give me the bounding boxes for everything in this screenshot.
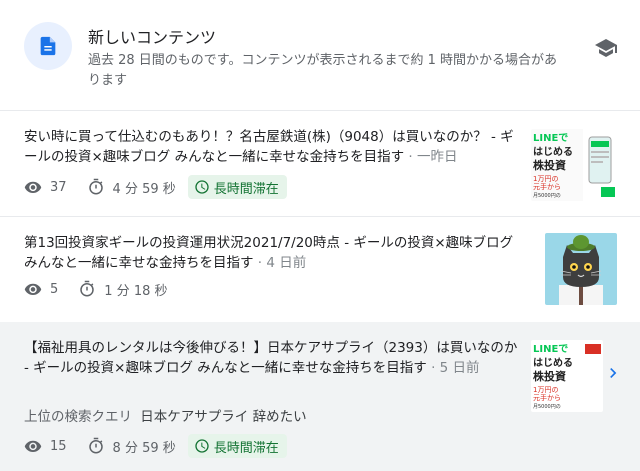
views-count: 5 <box>50 281 59 297</box>
stopwatch-icon <box>88 178 103 195</box>
content-stats: 15 8 分 59 秒 長時間滞在 <box>24 434 287 458</box>
thumb-text-line: 元手から <box>533 393 561 402</box>
top-search-query: 上位の検索クエリ 日本ケアサプライ 辞めたい <box>24 405 307 425</box>
thumb-text-line: 1万円の <box>533 386 558 394</box>
thumb-text-line: はじめる <box>533 357 573 369</box>
header-description: 過去 28 日間のものです。コンテンツが表示されるまで約 1 時間かかる場合があ… <box>88 53 558 88</box>
content-thumbnail: LINEで はじめる 株投資 1万円の 元手から 月5000円の <box>531 129 617 201</box>
clock-icon <box>195 180 209 194</box>
content-thumbnail: LINEで はじめる 株投資 1万円の 元手から 月5000円の <box>531 340 603 412</box>
clock-icon <box>195 439 209 453</box>
thumb-text-line: 1万円の <box>533 175 558 183</box>
eye-icon <box>24 283 42 295</box>
duration-value: 4 分 59 秒 <box>112 181 176 197</box>
content-title[interactable]: 安い時に買って仕込むのもあり！？名古屋鉄道(株)（9048）は買いなのか？ - … <box>24 127 524 167</box>
content-row[interactable]: 第13回投資家ギールの投資運用状況2021/7/20時点 - ギールの投資×趣味… <box>0 217 640 321</box>
new-content-header: 新しいコンテンツ 過去 28 日間のものです。コンテンツが表示されるまで約 1 … <box>0 0 640 110</box>
stopwatch-icon <box>80 280 95 297</box>
long-stay-badge: 長時間滞在 <box>187 175 287 199</box>
query-value: 日本ケアサプライ 辞めたい <box>140 409 307 425</box>
duration-value: 8 分 59 秒 <box>112 440 176 456</box>
thumb-text-line: 元手から <box>533 182 561 191</box>
thumb-text-line: はじめる <box>533 146 573 158</box>
thumb-text-line: 月5000円の <box>533 193 561 199</box>
content-thumbnail <box>545 233 617 305</box>
document-icon <box>40 36 56 56</box>
chevron-right-icon[interactable] <box>603 363 623 383</box>
eye-icon <box>24 181 42 193</box>
long-stay-badge: 長時間滞在 <box>187 434 287 458</box>
views-count: 15 <box>50 438 67 454</box>
duration-value: 1 分 18 秒 <box>104 283 168 299</box>
content-date: 一昨日 <box>417 149 458 165</box>
query-label: 上位の検索クエリ <box>24 409 132 425</box>
eye-icon <box>24 440 42 452</box>
thumb-text-line: 株投資 <box>533 158 566 172</box>
thumb-text-line: LINEで <box>533 343 568 355</box>
thumb-text-line: 株投資 <box>533 369 566 383</box>
thumb-text-line: LINEで <box>533 132 568 144</box>
content-title[interactable]: 第13回投資家ギールの投資運用状況2021/7/20時点 - ギールの投資×趣味… <box>24 233 524 273</box>
content-stats: 5 1 分 18 秒 <box>24 277 168 301</box>
thumb-text-line: 月5000円の <box>533 404 561 410</box>
content-title[interactable]: 【福祉用具のレンタルは今後伸びる！】日本ケアサプライ（2393）は買いなのか -… <box>24 338 524 378</box>
views-count: 37 <box>50 179 67 195</box>
content-date: 4 日前 <box>266 255 307 271</box>
school-icon[interactable] <box>594 36 618 60</box>
content-date: 5 日前 <box>439 360 480 376</box>
document-icon-circle <box>24 22 72 70</box>
header-title: 新しいコンテンツ <box>88 28 217 47</box>
content-row[interactable]: 安い時に買って仕込むのもあり！？名古屋鉄道(株)（9048）は買いなのか？ - … <box>0 111 640 215</box>
badge-label: 長時間滞在 <box>213 181 279 197</box>
badge-label: 長時間滞在 <box>213 440 279 456</box>
content-stats: 37 4 分 59 秒 長時間滞在 <box>24 175 287 199</box>
content-row[interactable]: 【福祉用具のレンタルは今後伸びる！】日本ケアサプライ（2393）は買いなのか -… <box>0 322 640 471</box>
stopwatch-icon <box>88 437 103 454</box>
